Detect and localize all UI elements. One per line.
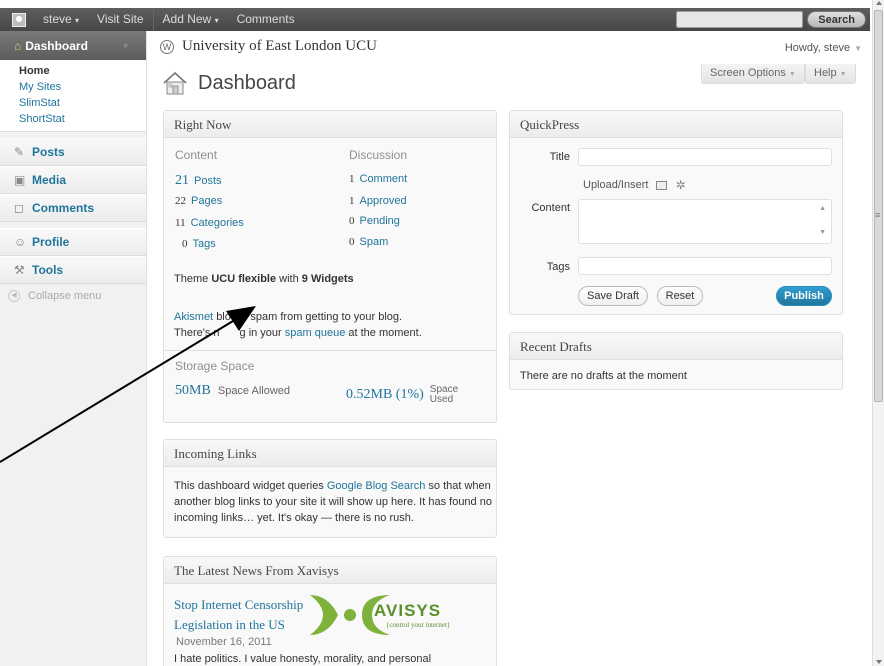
annotation-arrow <box>0 306 256 463</box>
